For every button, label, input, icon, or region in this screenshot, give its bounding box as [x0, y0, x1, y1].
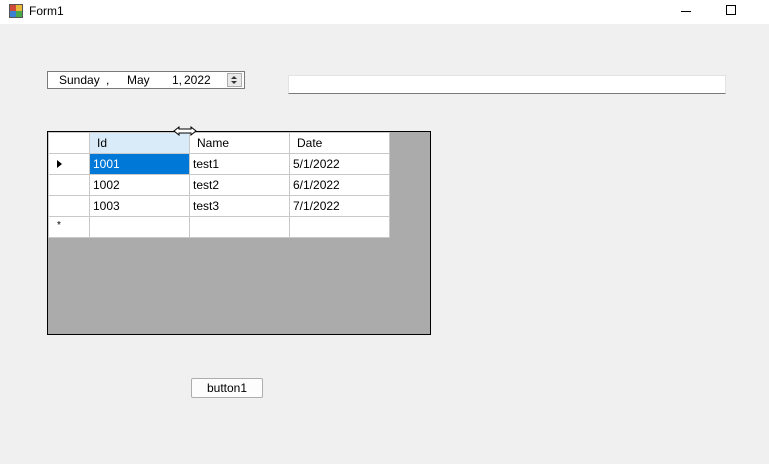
column-resize-cursor-icon: [173, 126, 197, 136]
app-icon: [9, 4, 23, 18]
grid-cell-id[interactable]: 1003: [89, 195, 190, 217]
form1-window: Form1 Sunday , May 1, 2022 Id Name Date: [0, 0, 769, 464]
spin-up-icon[interactable]: [231, 76, 237, 79]
title-bar[interactable]: Form1: [0, 0, 769, 24]
row-header[interactable]: [48, 195, 90, 217]
grid-header-row: Id Name Date: [48, 132, 390, 154]
current-row-arrow-icon: [57, 160, 62, 168]
datepicker-year[interactable]: 2022: [184, 74, 211, 87]
grid-corner-header[interactable]: [48, 132, 90, 154]
date-time-picker[interactable]: Sunday , May 1, 2022: [47, 71, 245, 89]
minimize-icon: [681, 11, 691, 12]
table-row[interactable]: 1002 test2 6/1/2022: [48, 174, 390, 196]
grid-table: Id Name Date 1001 test1 5/1/2022 1002 te…: [48, 132, 390, 238]
grid-cell-name[interactable]: test2: [189, 174, 290, 196]
row-header[interactable]: [48, 174, 90, 196]
grid-cell-id[interactable]: [89, 216, 190, 238]
table-row[interactable]: 1003 test3 7/1/2022: [48, 195, 390, 217]
column-header-date[interactable]: Date: [289, 132, 390, 154]
datepicker-month[interactable]: May: [127, 74, 150, 87]
datepicker-day[interactable]: 1,: [172, 74, 182, 87]
grid-cell-date[interactable]: 5/1/2022: [289, 153, 390, 175]
grid-cell-date[interactable]: [289, 216, 390, 238]
table-row[interactable]: 1001 test1 5/1/2022: [48, 153, 390, 175]
grid-cell-name[interactable]: [189, 216, 290, 238]
grid-cell-date[interactable]: 7/1/2022: [289, 195, 390, 217]
maximize-button[interactable]: [708, 0, 754, 24]
window-title: Form1: [29, 4, 64, 18]
datepicker-separator: ,: [106, 73, 110, 87]
column-header-name[interactable]: Name: [189, 132, 290, 154]
data-grid-view[interactable]: Id Name Date 1001 test1 5/1/2022 1002 te…: [47, 131, 431, 335]
button1[interactable]: button1: [191, 378, 263, 398]
grid-cell-id[interactable]: 1001: [89, 153, 190, 175]
text-input[interactable]: [288, 75, 726, 94]
new-row-asterisk-icon: *: [57, 220, 61, 231]
grid-cell-name[interactable]: test3: [189, 195, 290, 217]
new-row[interactable]: *: [48, 216, 390, 238]
minimize-button[interactable]: [663, 0, 709, 24]
maximize-icon: [726, 5, 736, 15]
grid-cell-date[interactable]: 6/1/2022: [289, 174, 390, 196]
grid-cell-id[interactable]: 1002: [89, 174, 190, 196]
row-header[interactable]: [48, 153, 90, 175]
row-header[interactable]: *: [48, 216, 90, 238]
spin-down-icon[interactable]: [231, 81, 237, 84]
datepicker-weekday[interactable]: Sunday: [59, 74, 100, 87]
spin-updown-icon[interactable]: [227, 73, 242, 87]
grid-cell-name[interactable]: test1: [189, 153, 290, 175]
